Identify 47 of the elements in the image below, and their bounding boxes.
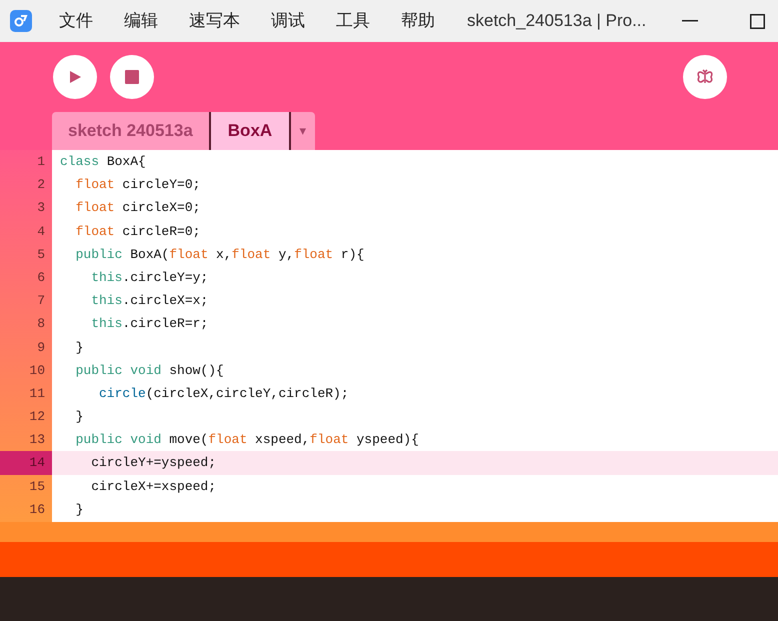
line-number: 13 bbox=[28, 431, 46, 450]
run-button[interactable] bbox=[53, 55, 97, 99]
line-number: 7 bbox=[36, 292, 46, 310]
line-number: 1 bbox=[36, 153, 46, 171]
line-number: 9 bbox=[36, 338, 46, 356]
line-number: 2 bbox=[36, 176, 46, 194]
line-number: 6 bbox=[36, 268, 46, 287]
file-tab[interactable]: BoxA bbox=[210, 112, 292, 150]
code-line: public void show(){ bbox=[74, 362, 225, 380]
line-number: 14 bbox=[0, 451, 52, 475]
line-number: 15 bbox=[28, 478, 46, 496]
stop-icon bbox=[125, 70, 139, 84]
line-number: 12 bbox=[28, 408, 46, 426]
code-line: } bbox=[74, 338, 84, 356]
code-line: float circleX=0; bbox=[74, 199, 202, 218]
code-line: } bbox=[74, 408, 84, 426]
minimize-icon[interactable] bbox=[682, 20, 698, 22]
menu-item[interactable]: 速写本 bbox=[189, 8, 240, 34]
code-line: float circleY=0; bbox=[74, 176, 202, 194]
code-line: class BoxA{ bbox=[59, 153, 147, 171]
line-number: 16 bbox=[28, 500, 46, 519]
debug-button[interactable] bbox=[683, 55, 727, 99]
menu-item[interactable]: 帮助 bbox=[401, 8, 435, 34]
app-logo-icon bbox=[10, 10, 32, 32]
code-line: public BoxA(float x,float y,float r){ bbox=[74, 246, 366, 264]
line-number: 5 bbox=[36, 246, 46, 264]
play-icon bbox=[68, 70, 82, 84]
code-line: this.circleY=y; bbox=[90, 268, 210, 287]
code-line: this.circleR=r; bbox=[90, 315, 210, 334]
line-number: 10 bbox=[28, 362, 46, 380]
menu-item[interactable]: 文件 bbox=[59, 8, 93, 34]
line-number: 4 bbox=[36, 222, 46, 241]
menu-item[interactable]: 编辑 bbox=[124, 8, 158, 34]
menu-item[interactable]: 工具 bbox=[336, 8, 370, 34]
code-line: public void move(float xspeed,float yspeed){ bbox=[74, 431, 420, 450]
code-line: this.circleX=x; bbox=[90, 292, 210, 310]
maximize-icon[interactable] bbox=[750, 14, 766, 28]
menu-item[interactable]: 调试 bbox=[271, 8, 305, 34]
stop-button[interactable] bbox=[110, 55, 154, 99]
line-number: 3 bbox=[36, 199, 46, 218]
code-line: } bbox=[74, 500, 84, 519]
code-line: circleX+=xspeed; bbox=[90, 478, 218, 496]
code-line: float circleR=0; bbox=[74, 222, 202, 241]
window-title: sketch_240513a | Pro... bbox=[467, 10, 646, 32]
line-number: 8 bbox=[36, 315, 46, 334]
line-number: 11 bbox=[28, 384, 46, 403]
code-line: circle(circleX,circleY,circleR); bbox=[98, 384, 350, 403]
